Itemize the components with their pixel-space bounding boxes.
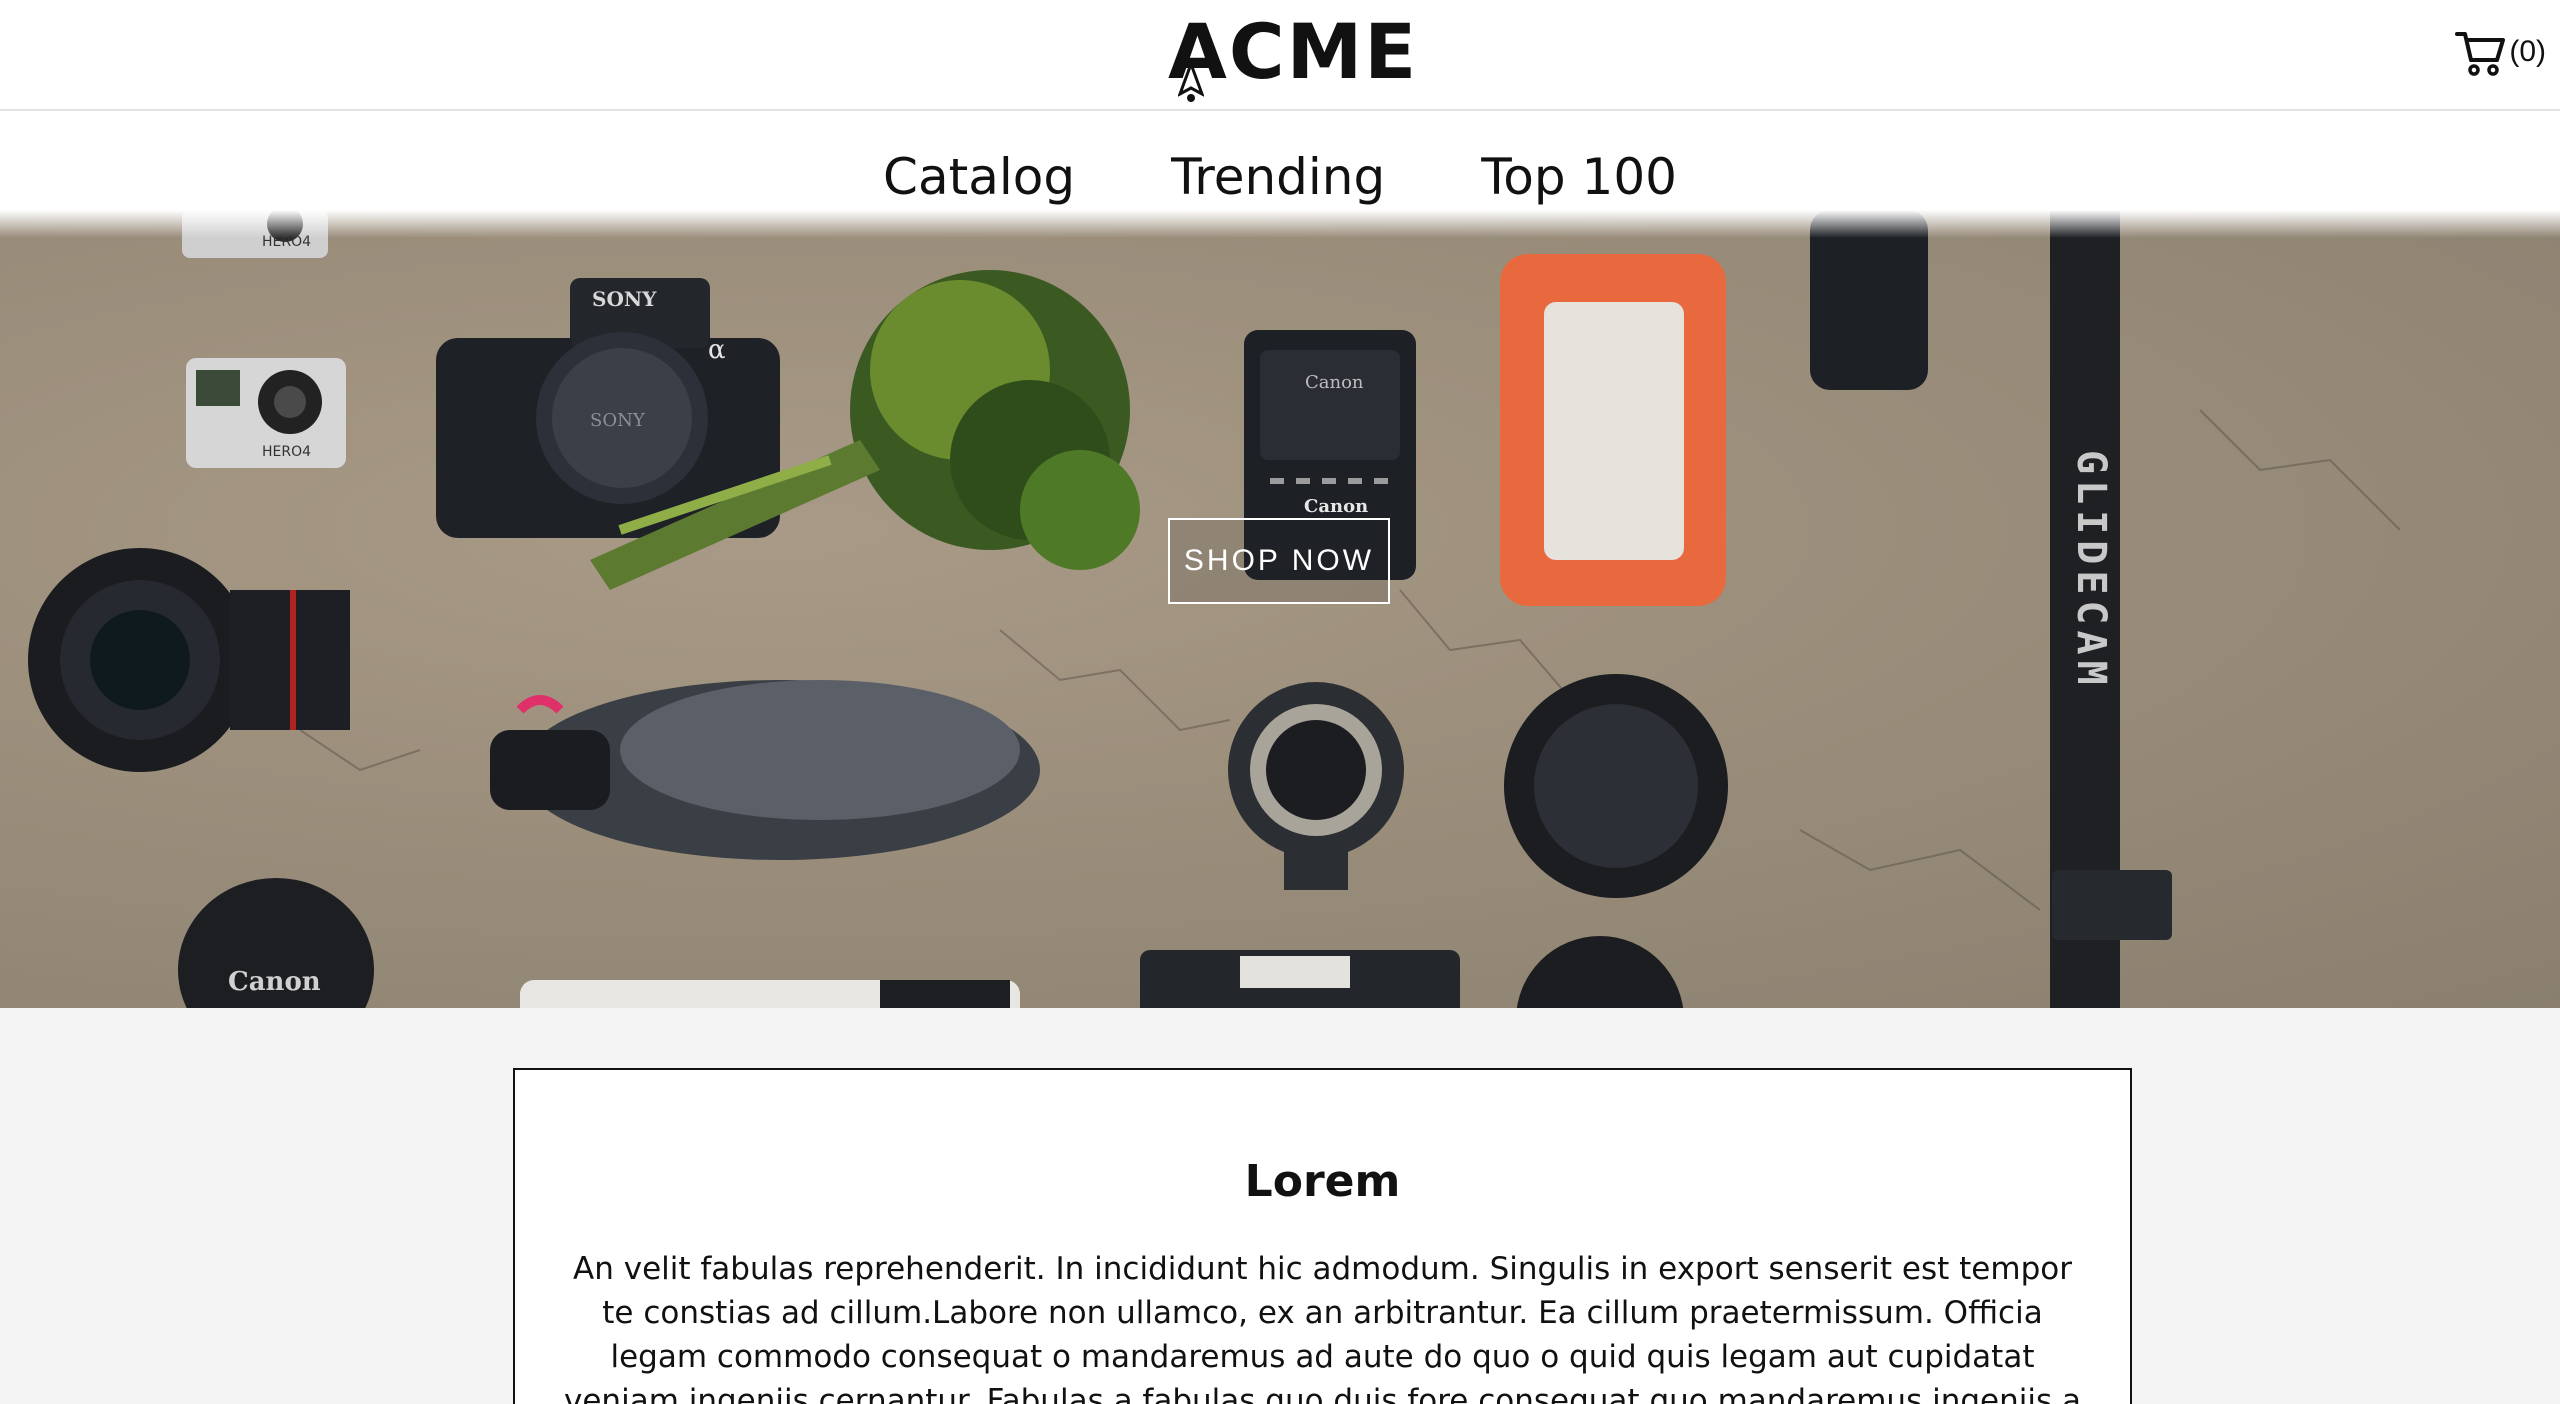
cart-button[interactable]: (0) [2455,24,2546,80]
article-title: Lorem [1244,1156,1401,1207]
round-lens [1504,674,1728,898]
glidecam-label: GLIDECAM [2068,450,2114,691]
nav-trending[interactable]: Trending [1171,152,1385,202]
lens-cap-label: Canon [228,967,321,997]
canon-lens [28,548,350,772]
nav-top-100[interactable]: Top 100 [1481,152,1677,202]
hero-photo: HERO4 HERO4 SONY α SONY Canon Canon GLID… [28,210,2401,1008]
nav-catalog[interactable]: Catalog [883,152,1075,202]
acme-logo[interactable]: ACME [1168,7,1419,102]
cart-icon [2455,32,2506,76]
fluffy-microphone [490,680,1040,860]
cart-count: (0) [2509,35,2546,68]
orange-hard-drive [1500,254,1726,606]
hero-banner: HERO4 HERO4 SONY α SONY Canon Canon GLID… [0,210,2560,1008]
gopro-label-bottom: HERO4 [262,444,311,460]
logo-text: ACME [1168,7,1419,96]
sony-mount-label: SONY [590,410,646,431]
gopro-camera-bottom: HERO4 [186,358,346,468]
charger-label-bottom: Canon [1304,496,1368,517]
hero-top-fade [0,210,2560,238]
charger-label-top: Canon [1305,372,1364,393]
main-nav: Catalog Trending Top 100 [0,111,2560,210]
article-body: An velit fabulas reprehenderit. In incid… [564,1251,2081,1404]
article-card: Lorem An velit fabulas reprehenderit. In… [513,1068,2132,1404]
sony-brand-label: SONY [592,287,657,311]
rocket-icon [1178,64,1204,102]
alpha-label: α [708,335,726,365]
glidecam-pole: GLIDECAM [2050,210,2172,1008]
canon-lens-cap: Canon [178,878,374,1008]
shop-now-button[interactable]: SHOP NOW [1168,518,1390,604]
lens-adapter [1228,682,1404,890]
top-header: ACME (0) [0,0,2560,111]
